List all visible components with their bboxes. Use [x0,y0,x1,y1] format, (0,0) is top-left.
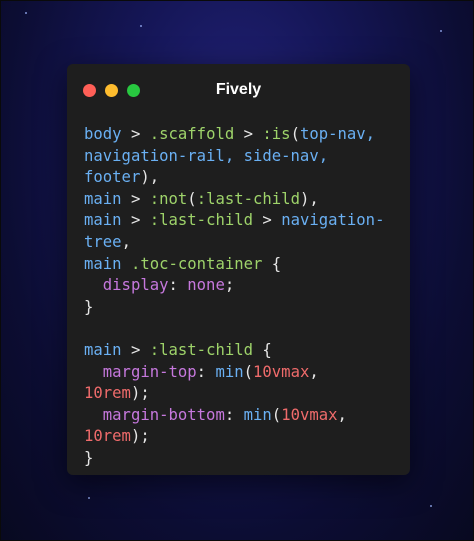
code-token: > [253,211,282,230]
background-star [430,505,432,507]
code-token: tree [84,232,122,251]
background-star [88,497,90,499]
code-token: margin-bottom [102,405,225,424]
code-token: margin-top [102,362,197,381]
code-token: 10rem [84,384,131,403]
code-token: main [84,189,122,208]
code-token: :last-child [196,189,300,208]
code-token: > [121,340,150,359]
code-token: , [121,232,131,251]
background-star [140,25,142,27]
code-token: > [121,125,150,143]
code-token: :not [149,189,188,208]
code-token: , [337,405,347,424]
code-token: :last-child [149,340,254,359]
code-token: navigation-rail, side-nav, [84,146,329,165]
code-token: ), [140,168,160,187]
code-token: main [84,211,122,230]
code-token: min [215,362,244,381]
code-line: footer), [84,167,384,189]
code-token: > [121,189,150,208]
code-token: ), [299,189,319,208]
code-token: min [243,405,272,424]
code-token: :last-child [149,211,254,230]
window-title: Fively [215,81,262,98]
code-line: 10rem); [84,426,384,448]
code-token: navigation- [281,211,385,230]
code-line: 10rem); [84,383,384,405]
code-line: margin-top: min(10vmax, [84,362,384,384]
code-token: top-nav, [299,125,376,143]
code-token: ( [271,405,282,424]
code-token: ( [243,362,254,381]
code-token: > [121,211,150,230]
code-token: : [196,362,216,381]
code-token: body [84,125,122,143]
code-token: : [224,405,244,424]
code-token: : [168,276,188,295]
code-token: footer [84,168,141,187]
code-token: ); [130,384,150,403]
code-line: margin-bottom: min(10vmax, [84,405,384,427]
code-token: :is [262,125,291,143]
code-token: main [84,254,122,273]
code-token: } [84,448,94,467]
code-line: body > .scaffold > :is(top-nav, [84,124,384,146]
code-line: display: none; [84,275,384,297]
code-line: navigation-rail, side-nav, [84,146,384,168]
code-token: { [253,340,272,359]
code-token: display [102,276,169,295]
code-token: 10vmax [281,405,338,424]
code-line: } [84,297,384,319]
code-token: { [262,254,282,273]
code-token: 10rem [84,427,131,446]
code-line: } [84,448,384,470]
code-token: ); [130,427,150,446]
code-line: main > :last-child { [84,340,384,362]
window-titlebar: Fively [67,64,410,116]
code-window: Fively body > .scaffold > :is(top-nav, na… [67,64,410,475]
code-token: none [187,276,225,295]
code-token: .toc-container [130,254,263,273]
code-token: ; [224,276,235,295]
code-line: main .toc-container { [84,254,384,276]
code-token: > [234,125,263,143]
code-token: } [84,297,94,316]
code-line: main > :last-child > navigation- [84,210,384,232]
code-line: main > :not(:last-child), [84,189,384,211]
code-token: main [84,340,122,359]
code-token: ( [290,125,300,143]
background-star [440,30,442,32]
code-token: .scaffold [149,125,235,143]
code-token: , [309,362,319,381]
code-token: ( [187,189,197,208]
background-star [25,12,27,14]
code-token: 10vmax [253,362,310,381]
code-line: tree, [84,232,384,254]
code-block: body > .scaffold > :is(top-nav, navigatio… [84,124,384,470]
